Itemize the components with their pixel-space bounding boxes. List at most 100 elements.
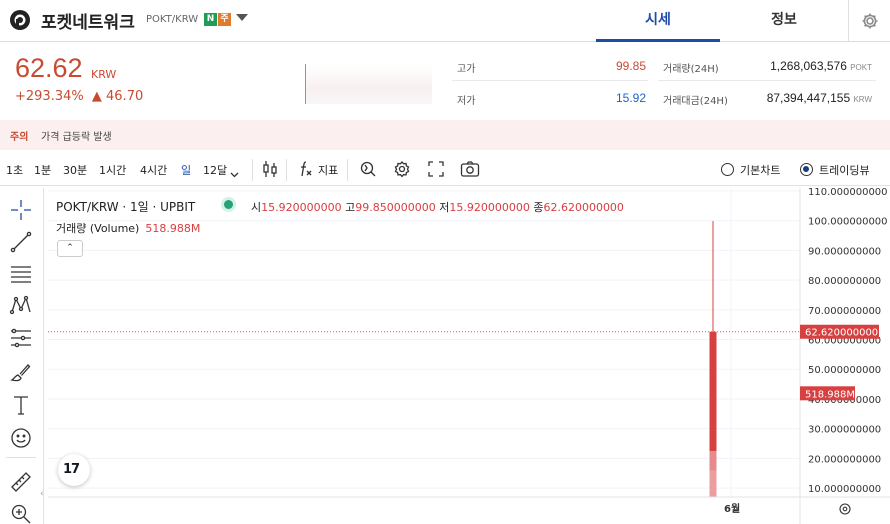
high-label: 고 (345, 201, 356, 214)
text-tool-icon[interactable] (9, 393, 33, 417)
y-tick-label: 80.000000000 (808, 276, 881, 287)
zoom-in-icon[interactable] (9, 502, 33, 524)
crosshair-icon[interactable] (9, 198, 33, 222)
timeframe-1d[interactable]: 일 (181, 162, 191, 178)
chart-toolbar: 1초 1분 30분 1시간 4시간 일 12달 지표 기본차트 트레이딩뷰 (0, 153, 890, 186)
price-unit: KRW (91, 68, 117, 81)
close-label: 종 (533, 201, 544, 214)
change-amount: 46.70 (106, 89, 144, 104)
ruler-icon[interactable] (9, 470, 33, 494)
y-tick-label: 90.000000000 (808, 246, 881, 257)
volume-24h: 1,268,063,576 POKT (730, 59, 872, 73)
badge-caution: 주 (218, 13, 231, 26)
volume-legend: 거래량 (Volume) 518.988M (56, 220, 200, 236)
y-tick-label: 50.000000000 (808, 365, 881, 376)
tab-quote[interactable]: 시세 (596, 0, 720, 42)
pattern-icon[interactable] (9, 294, 33, 318)
current-price: 62.62 (15, 53, 83, 83)
indicator-icon[interactable] (297, 159, 313, 183)
timeframe-1m[interactable]: 1분 (34, 162, 51, 178)
y-tick-label: 110.000000000 (808, 188, 888, 198)
turnover-24h-value: 87,394,447,155 (766, 91, 851, 105)
fullscreen-icon[interactable] (427, 159, 445, 183)
price-change: +293.34% ▲ 46.70 (15, 89, 143, 104)
divider (6, 457, 36, 458)
indicator-label[interactable]: 지표 (318, 162, 338, 178)
compare-icon[interactable] (359, 159, 377, 183)
market-status-dot (224, 200, 233, 209)
view-basic-radio[interactable] (721, 163, 734, 176)
low-value: 15.920000000 (449, 201, 530, 214)
high-value: 99.85 (615, 59, 646, 73)
current-price-badge-text: 62.620000000 (805, 328, 878, 339)
emoji-icon[interactable] (9, 426, 33, 450)
high-value: 99.850000000 (355, 201, 436, 214)
volume-24h-label: 거래량(24H) (663, 64, 719, 75)
turnover-24h: 87,394,447,155 KRW (730, 91, 872, 105)
timeframe-1s[interactable]: 1초 (6, 162, 23, 178)
camera-icon[interactable] (460, 159, 480, 183)
x-tick-label: 6월 (724, 503, 740, 515)
header: 포켓네트워크 POKT/KRW N 주 시세 정보 (0, 0, 890, 42)
view-basic-label[interactable]: 기본차트 (740, 162, 780, 178)
volume-badge-text: 518.988M (805, 389, 855, 400)
tradingview-logo[interactable]: 17 (58, 454, 90, 486)
gear-ring (839, 503, 851, 515)
toolbar-collapse-icon[interactable]: ‹ (40, 489, 44, 499)
timeframe-12mo[interactable]: 12달 (203, 162, 227, 178)
open-label: 시 (251, 201, 262, 214)
change-rate: +293.34% (15, 89, 84, 104)
divider (347, 159, 348, 181)
gear-hub (842, 506, 848, 512)
volume-label: 거래량 (Volume) (56, 222, 140, 235)
price-chart[interactable]: 10.000000000 20.000000000 30.000000000 40.0… (48, 187, 890, 524)
trend-line-icon[interactable] (9, 230, 33, 254)
coin-pair: POKT/KRW (146, 14, 199, 25)
volume-value: 518.988M (145, 222, 201, 235)
y-tick-label: 20.000000000 (808, 454, 881, 465)
candle-type-icon[interactable] (262, 159, 278, 183)
warning-text: 가격 급등락 발생 (41, 132, 112, 143)
mini-chart (305, 64, 432, 104)
tab-info[interactable]: 정보 (722, 0, 846, 42)
coin-name: 포켓네트워크 (41, 13, 135, 33)
y-tick-label: 30.000000000 (808, 425, 881, 436)
forecast-icon[interactable] (9, 326, 33, 350)
divider (286, 159, 287, 181)
pokt-logo-icon (10, 10, 30, 30)
volume-badge: 518.988M (800, 386, 855, 401)
turnover-24h-label: 거래대금(24H) (663, 96, 728, 107)
low-value: 15.92 (615, 91, 646, 105)
candle-body (709, 331, 717, 471)
y-tick-label: 70.000000000 (808, 306, 881, 317)
view-trading-radio[interactable] (800, 163, 813, 176)
warning-banner: 주의 가격 급등락 발생 (0, 120, 890, 150)
change-arrow: ▲ (91, 89, 102, 104)
timeframe-30m[interactable]: 30분 (63, 162, 87, 178)
timeframe-1h[interactable]: 1시간 (99, 162, 126, 178)
turnover-24h-unit: KRW (853, 95, 872, 104)
chevron-down-icon[interactable] (236, 14, 248, 21)
gear-icon[interactable] (393, 159, 411, 183)
legend-collapse-button[interactable]: ⌃ (57, 240, 83, 257)
view-trading-label[interactable]: 트레이딩뷰 (819, 162, 870, 178)
chart-symbol: POKT/KRW · 1일 · UPBIT (56, 200, 196, 214)
brush-icon[interactable] (9, 360, 33, 384)
settings-button[interactable] (848, 0, 890, 42)
close-value: 62.620000000 (543, 201, 624, 214)
fib-lines-icon[interactable] (9, 262, 33, 286)
gear-icon (862, 13, 878, 29)
volume-24h-value: 1,268,063,576 (770, 59, 847, 73)
y-tick-label: 10.000000000 (808, 484, 881, 495)
high-label: 고가 (457, 64, 476, 75)
divider (658, 80, 876, 81)
chart-settings-icon (839, 503, 851, 515)
timeframe-4h[interactable]: 4시간 (140, 162, 167, 178)
y-tick-label: 100.000000000 (808, 217, 888, 228)
tradingview-logo-icon: 17 (63, 462, 80, 477)
chevron-down-icon[interactable] (230, 164, 239, 183)
ohlc-legend: 시15.920000000 고99.850000000 저15.92000000… (251, 199, 624, 215)
volume-bar (709, 450, 717, 497)
volume-24h-unit: POKT (850, 63, 872, 72)
chart-canvas[interactable]: 10.00000000020.00000000030.00000000040.0… (48, 187, 890, 524)
